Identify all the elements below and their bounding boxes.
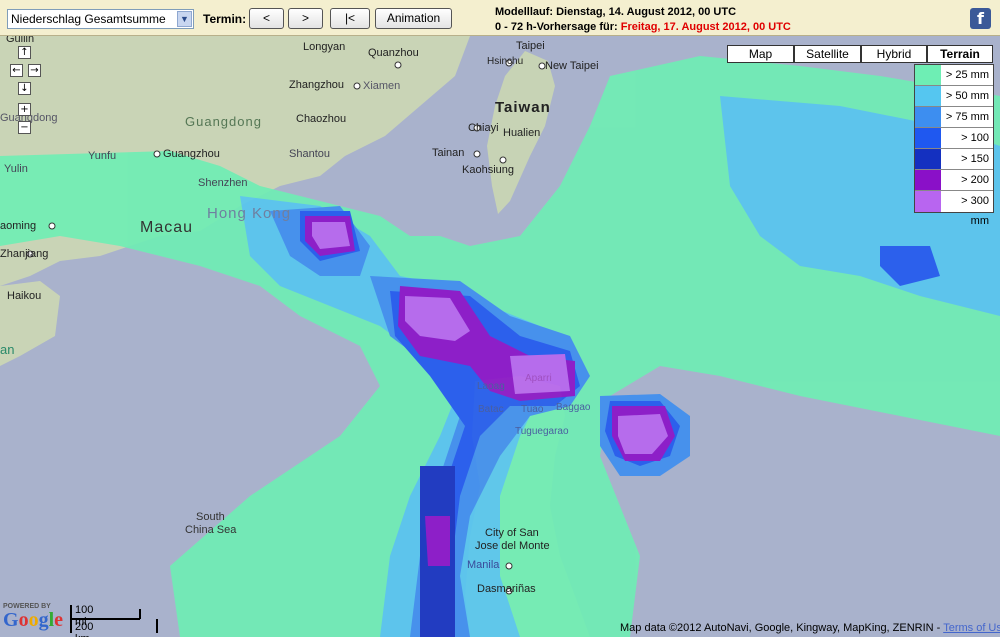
legend-label: > 75 mm (941, 107, 993, 127)
legend-row: > 50 mm (915, 86, 993, 107)
place-label: Macau (140, 219, 194, 236)
legend-label: > 200 mm (941, 170, 993, 206)
map-canvas[interactable]: Guilin Longyan Quanzhou Taipei Hsinchu N… (0, 36, 1000, 637)
product-select-value: Niederschlag Gesamtsumme (11, 12, 166, 26)
place-label: Chaozhou (296, 113, 347, 125)
animation-button[interactable]: Animation (375, 8, 452, 29)
place-label: Chiayi (468, 122, 499, 134)
legend-label: > 300 mm (941, 191, 993, 227)
place-label: Taipei (516, 40, 545, 52)
place-label: Tuao (521, 404, 544, 415)
legend-swatch (915, 107, 941, 127)
place-label: an (0, 342, 15, 357)
place-label: South (196, 511, 225, 523)
product-select[interactable]: Niederschlag Gesamtsumme ▼ (7, 9, 194, 29)
legend-swatch (915, 191, 941, 212)
place-label: Dasmariñas (477, 583, 536, 595)
legend-row: > 300 mm (915, 191, 993, 227)
forecast-prefix: 0 - 72 h-Vorhersage für: (495, 21, 618, 33)
legend-row: > 100 mm (915, 128, 993, 164)
legend-row: > 25 mm (915, 65, 993, 86)
google-wordmark: Google (3, 609, 64, 631)
place-label: Manila (467, 559, 500, 571)
place-label: Quanzhou (368, 47, 419, 59)
place-label: Xiamen (363, 80, 401, 92)
rain-200mm-south (425, 516, 450, 566)
place-label: Hong Kong (207, 205, 292, 222)
place-label: Guangzhou (163, 148, 220, 160)
place-label: Yulin (4, 163, 28, 175)
legend-label: > 50 mm (941, 86, 993, 106)
pan-left-button[interactable]: ← (10, 64, 23, 77)
google-logo[interactable]: POWERED BY Google (3, 603, 63, 630)
pan-down-button[interactable]: ↓ (18, 82, 31, 95)
pan-up-button[interactable]: ↑ (18, 46, 31, 59)
legend-swatch (915, 170, 941, 190)
first-button[interactable]: |< (330, 8, 370, 29)
place-label: Taiwan (495, 99, 551, 116)
map-type-terrain-button[interactable]: Terrain (927, 45, 993, 63)
legend-row: > 150 mm (915, 149, 993, 185)
legend-label: > 100 mm (941, 128, 993, 164)
place-label: Guangdong (185, 114, 262, 129)
rain-300mm-hk (312, 222, 350, 249)
map-type-satellite-button[interactable]: Satellite (794, 45, 861, 63)
place-label: Tainan (432, 147, 465, 159)
zoom-in-button[interactable]: + (18, 103, 31, 116)
place-label: Jose del Monte (475, 540, 550, 552)
legend-swatch (915, 65, 941, 85)
pan-right-button[interactable]: → (28, 64, 41, 77)
place-label: Batac (478, 404, 504, 415)
precipitation-legend: > 25 mm> 50 mm> 75 mm> 100 mm> 150 mm> 2… (914, 64, 994, 227)
place-label: Zhangzhou (289, 79, 345, 91)
place-label: Baggao (556, 402, 591, 413)
place-label: Haikou (7, 290, 42, 302)
app: Niederschlag Gesamtsumme ▼ Termin: < > |… (0, 0, 1000, 637)
place-label: Shantou (289, 148, 330, 160)
legend-label: > 150 mm (941, 149, 993, 185)
place-label: China Sea (185, 524, 237, 536)
forecast-text: 0 - 72 h-Vorhersage für: Freitag, 17. Au… (495, 21, 791, 33)
place-label: New Taipei (545, 60, 599, 72)
legend-swatch (915, 149, 941, 169)
legend-swatch (915, 128, 941, 148)
legend-swatch (915, 86, 941, 106)
zoom-out-button[interactable]: − (18, 121, 31, 134)
place-label: Guilin (6, 36, 35, 45)
forecast-date: Freitag, 17. August 2012, 00 UTC (620, 21, 791, 33)
place-label: Hualien (503, 127, 541, 139)
copyright-text: Map data ©2012 AutoNavi, Google, Kingway… (620, 622, 941, 634)
place-label: Zhanjiang (0, 248, 49, 260)
place-label: aoming (0, 220, 37, 232)
next-button[interactable]: > (288, 8, 323, 29)
place-label: Laoag (477, 381, 505, 392)
place-label: Yunfu (88, 150, 117, 162)
legend-label: > 25 mm (941, 65, 993, 85)
facebook-icon[interactable]: f (970, 8, 991, 29)
scale-km: 200 km (75, 621, 94, 637)
place-label: Tuguegarao (515, 426, 569, 437)
place-label: City of San (485, 527, 539, 539)
map-type-map-button[interactable]: Map (727, 45, 794, 63)
place-label: Kaohsiung (462, 164, 514, 176)
model-run-text: Modelllauf: Dienstag, 14. August 2012, 0… (495, 6, 737, 18)
place-label: Longyan (303, 41, 346, 53)
chevron-down-icon[interactable]: ▼ (177, 11, 192, 27)
prev-button[interactable]: < (249, 8, 284, 29)
map-type-hybrid-button[interactable]: Hybrid (861, 45, 927, 63)
toolbar: Niederschlag Gesamtsumme ▼ Termin: < > |… (0, 0, 1000, 36)
place-label: Aparri (525, 373, 552, 384)
legend-row: > 75 mm (915, 107, 993, 128)
terms-of-use-link[interactable]: Terms of Use (943, 622, 1000, 634)
place-label: Hsinchu (487, 56, 524, 67)
legend-row: > 200 mm (915, 170, 993, 206)
termin-label: Termin: (203, 12, 247, 26)
place-label: Shenzhen (198, 177, 248, 189)
map-copyright: Map data ©2012 AutoNavi, Google, Kingway… (620, 622, 1000, 634)
